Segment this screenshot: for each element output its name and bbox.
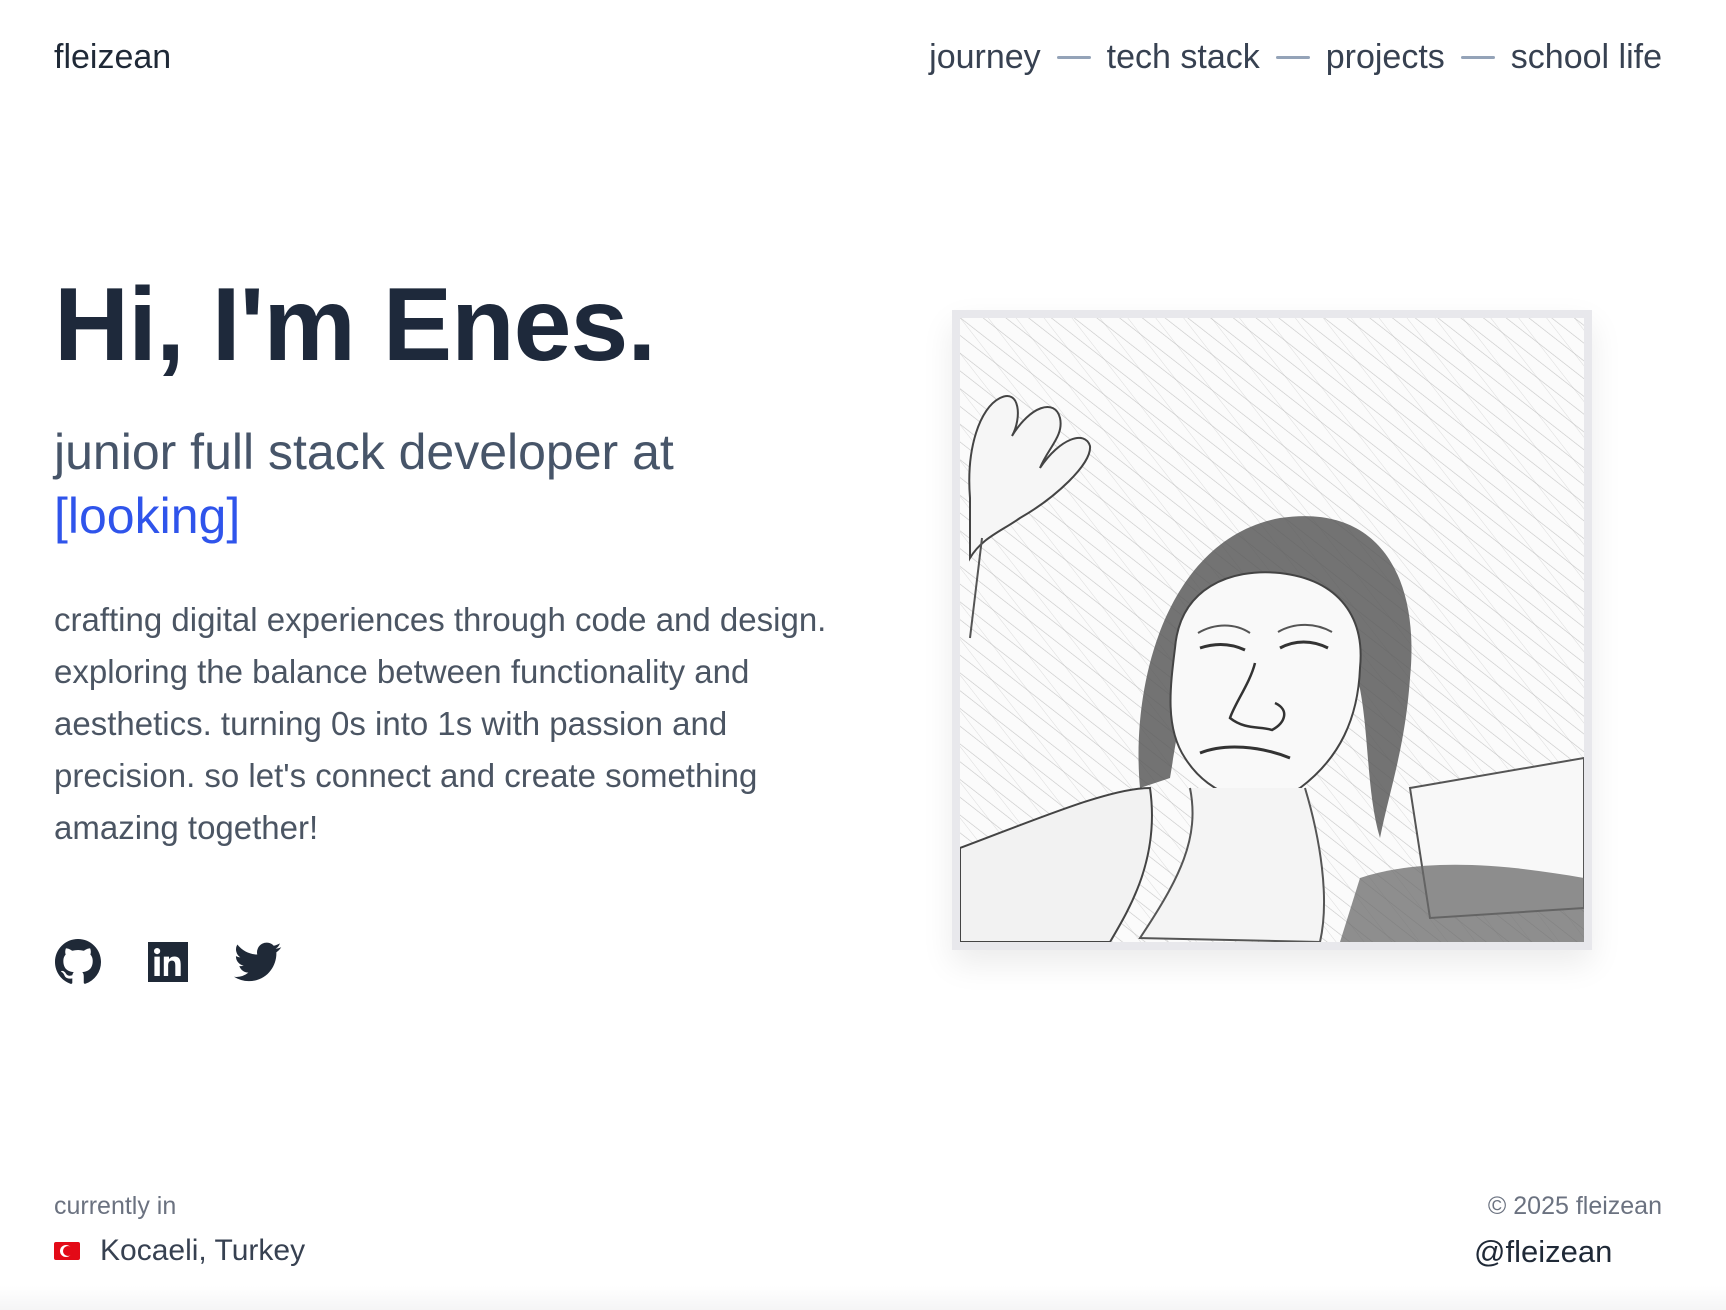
twitter-icon xyxy=(234,942,282,982)
bottom-fade xyxy=(0,1286,1726,1310)
social-links xyxy=(54,938,282,986)
nav-divider xyxy=(1056,56,1091,59)
location: Kocaeli, Turkey xyxy=(54,1234,305,1268)
linkedin-link[interactable] xyxy=(144,938,192,986)
nav-tech-stack[interactable]: tech stack xyxy=(1107,38,1260,77)
nav-school-life[interactable]: school life xyxy=(1511,38,1662,77)
linkedin-icon xyxy=(148,942,188,982)
nav-projects[interactable]: projects xyxy=(1326,38,1445,77)
location-text: Kocaeli, Turkey xyxy=(100,1234,306,1267)
hero-section: Hi, I'm Enes. junior full stack develope… xyxy=(54,270,854,887)
nav-divider xyxy=(1460,56,1495,59)
page: fleizean journey tech stack projects sch… xyxy=(0,0,1726,1310)
copyright: © 2025 fleizean xyxy=(1487,1192,1662,1220)
location-label: currently in xyxy=(54,1192,177,1220)
hero-subtitle: junior full stack developer at [looking] xyxy=(54,420,854,548)
hero-description: crafting digital experiences through cod… xyxy=(54,601,827,846)
main-nav: journey tech stack projects school life xyxy=(929,38,1662,77)
hero-heading: Hi, I'm Enes. xyxy=(54,267,656,383)
github-link[interactable] xyxy=(54,938,102,986)
github-icon xyxy=(55,939,101,984)
portrait-frame xyxy=(952,310,1592,950)
role-text: junior full stack developer at xyxy=(54,424,674,480)
nav-divider xyxy=(1275,56,1310,59)
brand-link[interactable]: fleizean xyxy=(54,38,171,77)
social-handle-link[interactable]: @fleizean xyxy=(1474,1234,1612,1270)
twitter-link[interactable] xyxy=(234,938,282,986)
status-text: [looking] xyxy=(54,488,241,544)
nav-journey[interactable]: journey xyxy=(929,38,1041,77)
turkey-flag-icon xyxy=(54,1242,80,1260)
portrait-sketch xyxy=(960,318,1584,942)
